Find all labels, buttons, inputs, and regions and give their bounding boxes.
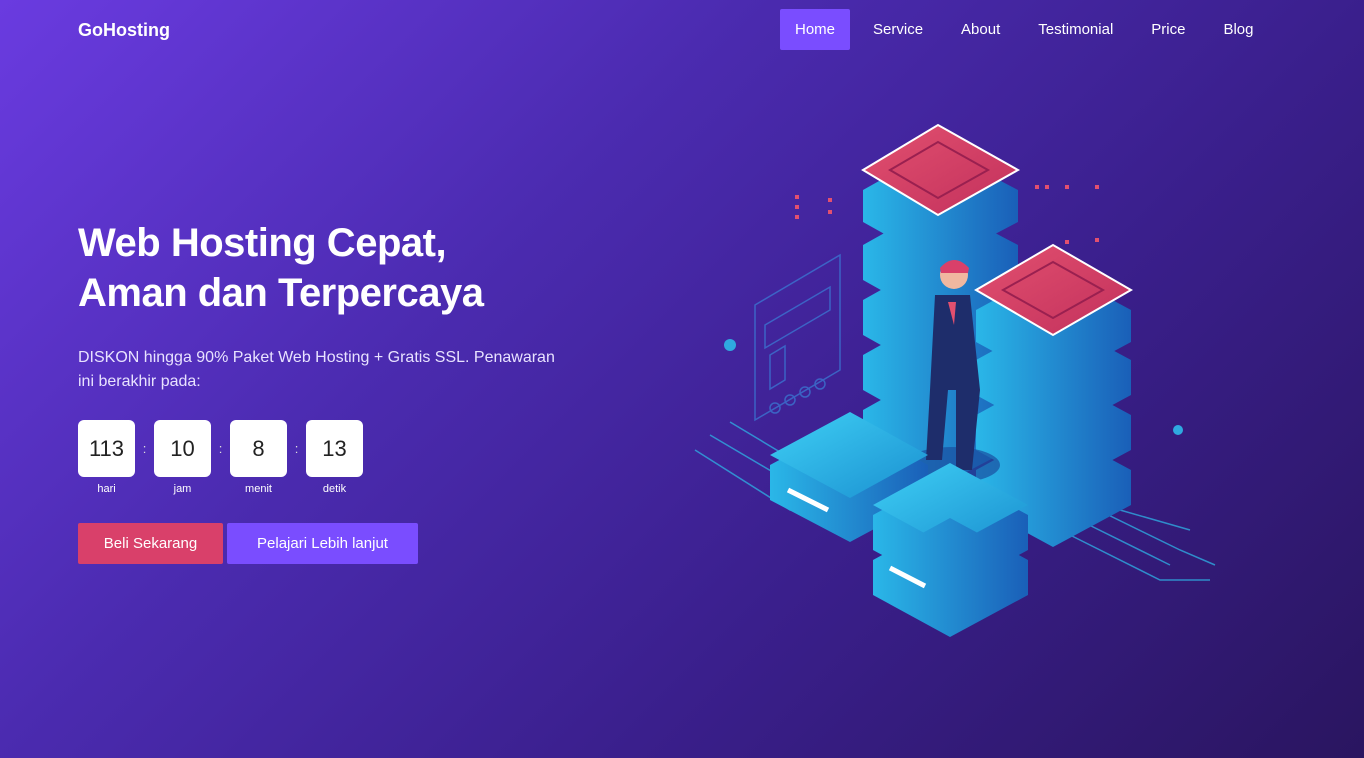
countdown-days-label: hari: [97, 483, 116, 495]
countdown-minutes-label: menit: [245, 483, 272, 495]
countdown-separator: :: [218, 441, 223, 456]
nav-item-about[interactable]: About: [946, 9, 1015, 50]
countdown-days-value: 113: [78, 420, 135, 477]
countdown-seconds-value: 13: [306, 420, 363, 477]
hero-description: DISKON hingga 90% Paket Web Hosting + Gr…: [78, 349, 555, 390]
server-stack-businessman-illustration: [694, 123, 1216, 637]
dashboard-screen: [754, 253, 841, 422]
countdown-hours-label: jam: [173, 483, 192, 495]
countdown-seconds-label: detik: [322, 483, 347, 495]
hero-title-line-2: Aman dan Terpercaya: [78, 271, 484, 315]
glow-dot: [724, 339, 736, 351]
countdown-separator: :: [142, 441, 147, 456]
nav-item-price[interactable]: Price: [1136, 9, 1200, 50]
hero-title-line-1: Web Hosting Cepat,: [78, 221, 447, 265]
learn-more-button[interactable]: Pelajari Lebih lanjut: [227, 523, 418, 564]
nav-item-blog[interactable]: Blog: [1208, 9, 1268, 50]
countdown-hours-value: 10: [154, 420, 211, 477]
countdown-minutes-value: 8: [230, 420, 287, 477]
hero-title: Web Hosting Cepat, Aman dan Terpercaya: [78, 218, 638, 318]
countdown-hours: 10 jam: [154, 420, 211, 495]
main-nav: Home Service About Testimonial Price Blo…: [780, 9, 1277, 50]
brand-logo[interactable]: GoHosting: [78, 20, 170, 41]
countdown-separator: :: [294, 441, 299, 456]
glow-dot: [1173, 425, 1183, 435]
buy-now-button[interactable]: Beli Sekarang: [78, 523, 223, 564]
nav-item-service[interactable]: Service: [858, 9, 938, 50]
countdown-seconds: 13 detik: [306, 420, 363, 495]
nav-item-home[interactable]: Home: [780, 9, 851, 50]
countdown-timer: 113 hari : 10 jam : 8 menit : 13 detik: [78, 420, 363, 495]
countdown-minutes: 8 menit: [230, 420, 287, 495]
countdown-days: 113 hari: [78, 420, 135, 495]
nav-item-testimonial[interactable]: Testimonial: [1023, 9, 1128, 50]
